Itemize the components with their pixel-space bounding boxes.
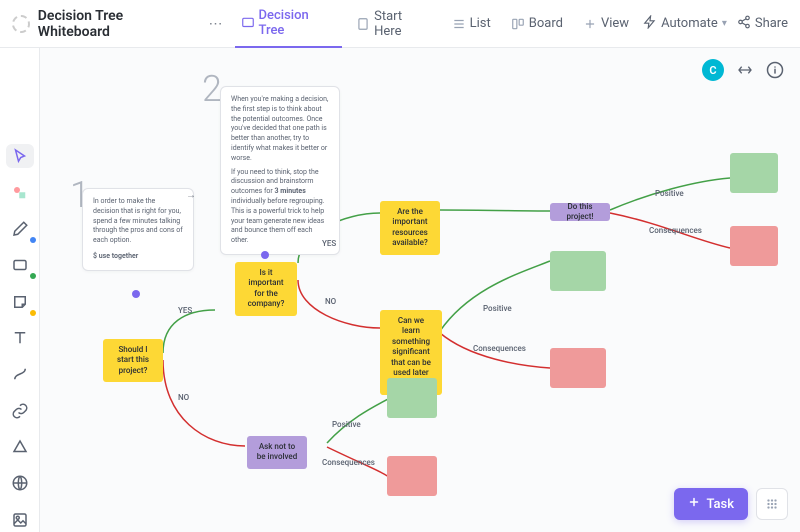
edge-label-yes: YES [178, 306, 192, 315]
header-right: Automate ▾ Share [643, 15, 788, 33]
share-icon [737, 15, 751, 33]
tab-start-here[interactable]: Start Here [350, 0, 438, 48]
node-do-project[interactable]: Do this project! [550, 203, 610, 221]
edge-label-consequences: Consequences [473, 344, 526, 353]
tab-label: Decision Tree [259, 8, 337, 38]
tool-image[interactable] [6, 508, 34, 532]
tab-label: List [470, 16, 491, 31]
header: Decision Tree Whiteboard ⋯ Decision Tree… [0, 0, 800, 48]
note-body: In order to make the decision that is ri… [93, 197, 183, 246]
tool-pen[interactable] [6, 217, 34, 241]
node-outcome-green[interactable] [387, 378, 437, 418]
share-button[interactable]: Share [737, 15, 788, 33]
whiteboard-icon [241, 16, 255, 30]
note-card-2[interactable]: When you're making a decision, the first… [220, 86, 340, 255]
tab-board[interactable]: Board [505, 0, 569, 48]
tab-decision-tree[interactable]: Decision Tree [235, 0, 343, 48]
share-label: Share [755, 16, 788, 31]
tab-label: View [601, 16, 629, 31]
tool-clickup[interactable] [6, 435, 34, 459]
anchor-dot[interactable] [261, 251, 269, 259]
node-outcome-red[interactable] [550, 348, 606, 388]
tab-label: Board [529, 16, 563, 31]
node-outcome-red[interactable] [387, 456, 437, 496]
tool-link[interactable] [6, 399, 34, 423]
canvas[interactable]: 1 In order to make the decision that is … [40, 48, 800, 532]
edge-label-consequences: Consequences [649, 226, 702, 235]
step-number-2: 2 [202, 68, 222, 110]
color-indicator [30, 310, 36, 316]
tab-label: Start Here [374, 9, 432, 39]
tool-rect[interactable] [6, 253, 34, 277]
edge-label-positive: Positive [483, 304, 512, 313]
toolbar [0, 48, 40, 532]
edge-label-no: NO [178, 393, 189, 402]
automate-button[interactable]: Automate ▾ [643, 15, 727, 33]
edge-label-positive: Positive [655, 189, 684, 198]
footer: Task [674, 488, 788, 520]
tab-add-view[interactable]: View [577, 0, 635, 48]
color-indicator [30, 273, 36, 279]
anchor-dot[interactable] [132, 290, 140, 298]
more-icon[interactable]: ⋯ [205, 16, 227, 32]
board-icon [511, 17, 525, 31]
node-important-company[interactable]: Is it important for the company? [235, 262, 297, 316]
color-indicator [30, 237, 36, 243]
edge-label-yes: YES [322, 239, 336, 248]
doc-icon [356, 17, 370, 31]
tool-sticky[interactable] [6, 289, 34, 313]
note-footer: $ use together [93, 252, 183, 262]
tab-list[interactable]: List [446, 0, 497, 48]
tool-pointer[interactable] [6, 144, 34, 168]
arrow-icon: → [186, 190, 196, 201]
edge-label-positive: Positive [332, 420, 361, 429]
plus-icon [583, 17, 597, 31]
node-resources[interactable]: Are the important resources available? [380, 201, 440, 255]
node-outcome-red[interactable] [730, 226, 778, 266]
task-label: Task [706, 497, 734, 512]
plus-icon [688, 496, 700, 512]
node-ask-not[interactable]: Ask not to be involved [247, 436, 307, 469]
node-outcome-green[interactable] [550, 251, 606, 291]
chevron-down-icon: ▾ [722, 18, 727, 29]
node-start[interactable]: Should I start this project? [103, 339, 163, 382]
note-p1: When you're making a decision, the first… [231, 95, 329, 164]
apps-button[interactable] [756, 488, 788, 520]
tool-text[interactable] [6, 326, 34, 350]
note-card-1[interactable]: In order to make the decision that is ri… [82, 188, 194, 271]
edge-label-no: NO [325, 297, 336, 306]
note-p2: If you need to think, stop the discussio… [231, 168, 329, 246]
task-button[interactable]: Task [674, 488, 748, 520]
tool-shapes[interactable] [6, 180, 34, 204]
grid-icon [765, 497, 779, 511]
automate-label: Automate [661, 16, 718, 31]
tool-connector[interactable] [6, 362, 34, 386]
page-title: Decision Tree Whiteboard [38, 8, 197, 40]
header-left: Decision Tree Whiteboard ⋯ Decision Tree… [12, 0, 635, 48]
tool-globe[interactable] [6, 471, 34, 495]
node-outcome-green[interactable] [730, 153, 778, 193]
app-logo-icon[interactable] [12, 15, 30, 33]
bolt-icon [643, 15, 657, 33]
edge-label-consequences: Consequences [322, 458, 375, 467]
list-icon [452, 17, 466, 31]
